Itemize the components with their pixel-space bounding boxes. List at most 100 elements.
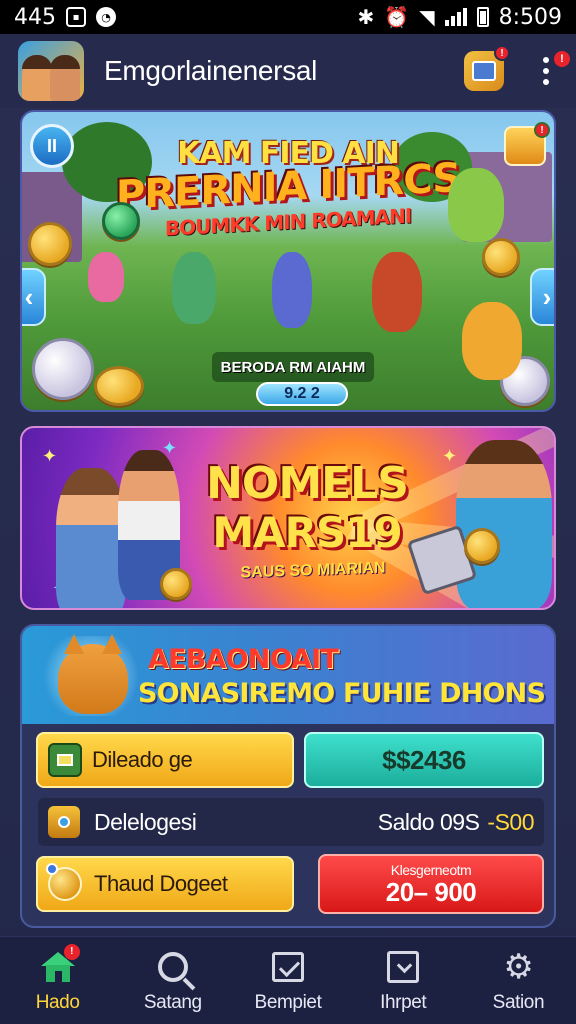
carousel-next-button[interactable]: ›: [530, 268, 554, 326]
app-header: Emgorlainenersal ! !: [0, 34, 576, 108]
status-time: 8:509: [498, 4, 562, 30]
balance-button[interactable]: $$2436: [304, 732, 544, 788]
app-title: Emgorlainenersal: [104, 55, 318, 86]
gift-badge: !: [534, 122, 550, 138]
coin-graphic: [32, 338, 94, 400]
nav-item-label: Ihrpet: [380, 991, 427, 1013]
more-options-button[interactable]: !: [534, 49, 572, 91]
hero-caption: BERODA RM AIAHM: [212, 352, 374, 382]
coin-badge: [46, 863, 58, 875]
nav-item-import[interactable]: Ihrpet: [346, 937, 461, 1024]
edit-icon: [268, 948, 308, 986]
signal-icon: [444, 8, 467, 26]
character-goblin: [448, 168, 504, 242]
character-green: [172, 252, 216, 324]
coin-graphic: [102, 202, 140, 240]
avatar-hair-left: [22, 55, 52, 69]
app-screen: 445 ▪ ◔ ✱ ⏰ ◥ 8:509 Emgorlainenersal ! !: [0, 0, 576, 1024]
withdraw-button-amount: 20– 900: [385, 877, 477, 907]
coin-graphic: [94, 366, 144, 406]
download-glyph: [387, 950, 420, 983]
pause-button[interactable]: II: [30, 124, 74, 168]
gear-glyph: ⚙: [503, 947, 534, 986]
nav-item-edit[interactable]: Bempiet: [230, 937, 345, 1024]
avatar[interactable]: [18, 41, 84, 101]
chest-icon: [48, 806, 80, 838]
edit-glyph: [272, 951, 304, 982]
gallery-button[interactable]: !: [464, 45, 510, 91]
promo-title-line1: NOMELS: [206, 458, 409, 509]
sparkle-icon: ✦: [442, 446, 458, 466]
hero-counter: 9.2 2: [256, 382, 348, 406]
carousel-prev-button[interactable]: ‹: [22, 268, 46, 326]
download-button-label: Dileado ge: [92, 747, 193, 772]
saldo-label: Saldo 09S: [377, 808, 480, 835]
coin-graphic: [482, 238, 520, 276]
bottom-nav: ! Hado Satang Bempiet Ihrpet ⚙ Sation: [0, 936, 576, 1024]
kebab-dot: [543, 68, 549, 74]
promo-title-line2: MARS19: [212, 508, 402, 557]
search-glyph: [157, 951, 188, 982]
status-bar-right: ✱ ⏰ ◥ 8:509: [358, 5, 562, 30]
download-button[interactable]: Dileado ge: [36, 732, 294, 788]
promo-banner[interactable]: ✦ ✦ ✦ ✦ NOMELS MARS19 SAUS SO MIARIAN: [20, 426, 556, 610]
fox-mascot: [58, 634, 128, 714]
reward-panel: AEBAONOAIT SONASIREMO FUHIE DHONS Dilead…: [20, 624, 556, 928]
promo-character-gamer: [456, 440, 552, 608]
deposit-button-label: Thaud Dogeet: [94, 871, 228, 896]
wifi-icon: ◥: [419, 5, 435, 29]
coin-graphic: [28, 222, 72, 266]
home-icon: !: [38, 943, 80, 986]
withdraw-button-caption: Klesgerneotm: [390, 862, 472, 878]
alarm-icon: ⏰: [384, 5, 410, 29]
status-bar-left: 445 ▪ ◔: [14, 5, 116, 30]
nav-item-search[interactable]: Satang: [115, 937, 230, 1024]
promo-subtitle: SAUS SO MIARIAN: [240, 559, 386, 582]
home-badge: !: [63, 943, 80, 960]
search-icon: [153, 948, 193, 986]
sparkle-icon: ✦: [42, 446, 58, 466]
hero-banner[interactable]: KAM FIED AIN PRERNIA IITRCS BOUMKK MIN R…: [20, 110, 556, 412]
nav-item-label: Satang: [143, 991, 202, 1013]
balance-row-label: Delelogesi: [94, 808, 197, 835]
character-blue: [272, 252, 312, 328]
panel-header: AEBAONOAIT SONASIREMO FUHIE DHONS: [22, 626, 554, 724]
nav-item-label: Hado: [35, 991, 80, 1013]
chest-gem: [58, 816, 70, 828]
gift-button[interactable]: !: [504, 122, 550, 166]
bluetooth-icon: ✱: [357, 5, 375, 29]
character-pink: [88, 252, 124, 302]
nav-item-label: Bempiet: [254, 991, 322, 1013]
withdraw-button[interactable]: Klesgerneotm 20– 900: [318, 854, 544, 914]
nav-item-label: Sation: [492, 991, 545, 1013]
app-notification-icon: ◔: [96, 7, 116, 27]
battery-icon: [476, 7, 489, 27]
status-bar: 445 ▪ ◔ ✱ ⏰ ◥ 8:509: [0, 0, 576, 34]
balance-amount: $$2436: [382, 744, 466, 775]
kebab-dot: [543, 57, 549, 63]
avatar-hair-right: [50, 55, 80, 69]
character-cat: [462, 302, 522, 380]
status-left-text: 445: [14, 4, 56, 30]
picture-frame: [57, 754, 73, 766]
home-door: [54, 970, 62, 982]
nav-item-settings[interactable]: ⚙ Sation: [461, 937, 576, 1024]
gallery-badge: !: [494, 45, 510, 61]
deposit-button[interactable]: Thaud Dogeet: [36, 856, 294, 912]
nav-item-home[interactable]: ! Hado: [0, 937, 115, 1024]
kebab-dot: [543, 79, 549, 85]
panel-subtitle: SONASIREMO FUHIE DHONS: [138, 678, 546, 709]
saldo-value: -S00: [487, 808, 534, 835]
panel-title: AEBAONOAIT: [148, 644, 339, 675]
coin-icon: [46, 863, 82, 901]
balance-row[interactable]: Delelogesi Saldo 09S -S00: [38, 798, 544, 846]
promo-character-girl: [56, 468, 126, 608]
menu-badge: !: [552, 49, 572, 69]
character-red: [372, 252, 422, 332]
download-icon: [383, 948, 423, 986]
picture-icon: [48, 743, 82, 777]
coin-graphic: [160, 568, 192, 600]
gear-icon: ⚙: [498, 948, 538, 986]
coin-graphic: [464, 528, 500, 564]
gallery-icon: [472, 61, 496, 81]
